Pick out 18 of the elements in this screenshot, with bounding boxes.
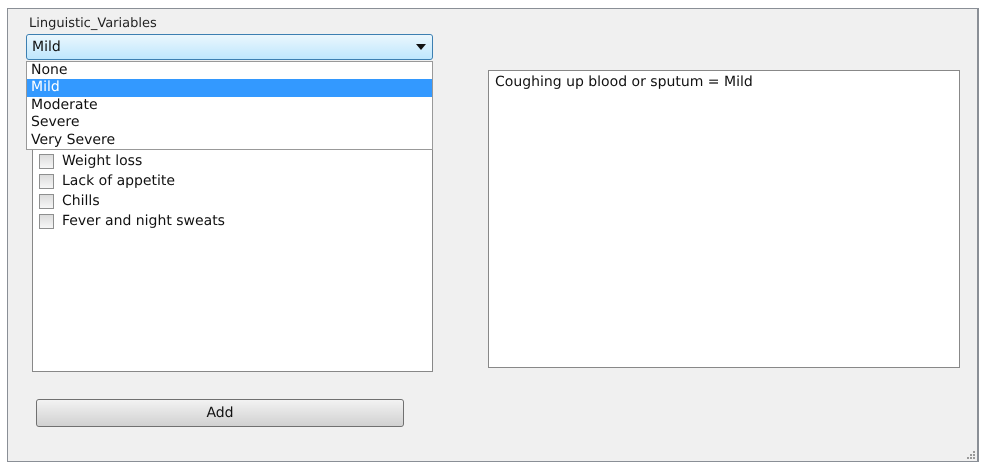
resize-grip-icon[interactable]: [965, 449, 975, 459]
dropdown-option[interactable]: Severe: [27, 114, 432, 132]
checkbox-label[interactable]: Weight loss: [62, 153, 142, 169]
dropdown-option[interactable]: Moderate: [27, 96, 432, 114]
caret-icon: [416, 44, 426, 50]
checkbox[interactable]: [39, 174, 54, 188]
dropdown[interactable]: Mild: [26, 34, 433, 60]
dropdown-option[interactable]: Very Severe: [27, 132, 432, 150]
checkbox-label[interactable]: Fever and night sweats: [62, 213, 225, 229]
checkbox[interactable]: [39, 214, 54, 228]
checkbox-label[interactable]: Chills: [62, 193, 100, 209]
output-text: Coughing up blood or sputum = Mild: [495, 74, 753, 90]
checkbox-label[interactable]: Lack of appetite: [62, 173, 176, 189]
field-label: Linguistic_Variables: [28, 15, 158, 33]
dropdown-option[interactable]: None: [27, 62, 432, 80]
checkbox[interactable]: [39, 194, 54, 208]
add-button[interactable]: Add: [36, 399, 404, 427]
checkbox[interactable]: [39, 154, 54, 168]
